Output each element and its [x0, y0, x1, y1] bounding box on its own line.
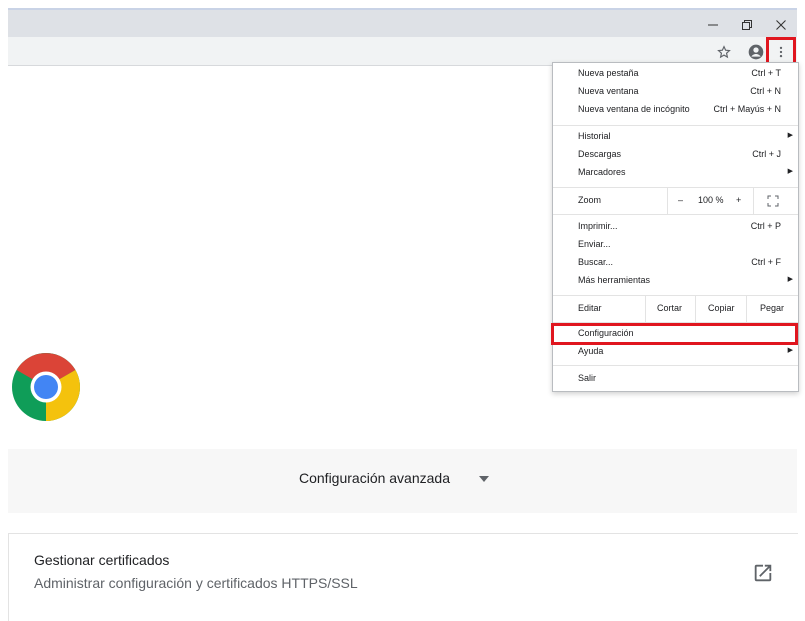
profile-button[interactable]	[745, 41, 767, 63]
menu-item-shortcut: Ctrl + J	[752, 149, 781, 159]
chrome-logo-icon	[12, 353, 80, 421]
submenu-arrow-icon: ▶	[787, 347, 793, 354]
title-bar	[8, 8, 797, 39]
menu-item-label: Imprimir...	[578, 221, 618, 231]
restore-icon	[742, 20, 752, 30]
close-window-button[interactable]	[764, 14, 798, 36]
menu-item-new-tab[interactable]: Nueva pestaña Ctrl + T	[553, 65, 798, 83]
menu-item-label: Buscar...	[578, 257, 614, 267]
paste-button[interactable]: Pegar	[760, 303, 784, 313]
copy-button[interactable]: Copiar	[708, 303, 735, 313]
menu-separator	[553, 365, 798, 366]
submenu-arrow-icon: ▶	[787, 132, 793, 139]
submenu-arrow-icon: ▶	[787, 168, 793, 175]
menu-item-exit[interactable]: Salir	[553, 370, 798, 388]
menu-item-label: Nueva ventana	[578, 86, 639, 96]
restore-button[interactable]	[730, 14, 764, 36]
edit-label: Editar	[578, 303, 602, 313]
menu-item-label: Nueva pestaña	[578, 68, 639, 78]
bookmark-button[interactable]	[713, 41, 735, 63]
menu-button-highlight	[766, 37, 796, 65]
zoom-in-button[interactable]: +	[736, 195, 741, 205]
menu-item-shortcut: Ctrl + Mayús + N	[713, 104, 781, 114]
menu-item-more-tools[interactable]: Más herramientas ▶	[553, 272, 798, 290]
menu-item-find[interactable]: Buscar... Ctrl + F	[553, 254, 798, 272]
menu-item-shortcut: Ctrl + F	[751, 257, 781, 267]
edit-divider	[695, 296, 696, 322]
close-icon	[776, 20, 786, 30]
menu-edit-row: Editar Cortar Copiar Pegar	[553, 296, 798, 322]
menu-item-print[interactable]: Imprimir... Ctrl + P	[553, 218, 798, 236]
account-circle-icon	[748, 44, 764, 60]
menu-item-label: Enviar...	[578, 239, 611, 249]
dropdown-arrow-icon	[479, 476, 489, 482]
menu-item-bookmarks[interactable]: Marcadores ▶	[553, 164, 798, 182]
top-strip	[0, 0, 805, 8]
settings-highlight	[551, 323, 798, 345]
menu-separator	[553, 214, 798, 215]
zoom-divider	[753, 188, 754, 214]
zoom-label: Zoom	[578, 195, 602, 205]
menu-zoom-row: Zoom – 100 % +	[553, 188, 798, 214]
advanced-settings-toggle[interactable]: Configuración avanzada	[8, 449, 797, 513]
menu-item-shortcut: Ctrl + N	[750, 86, 781, 96]
minimize-icon	[708, 24, 718, 26]
menu-item-label: Historial	[578, 131, 611, 141]
advanced-settings-label: Configuración avanzada	[299, 470, 450, 486]
manage-certificates-item[interactable]: Gestionar certificados Administrar confi…	[8, 533, 798, 621]
menu-item-label: Descargas	[578, 149, 622, 159]
submenu-arrow-icon: ▶	[787, 276, 793, 283]
certificates-subtitle: Administrar configuración y certificados…	[34, 575, 358, 591]
menu-item-help[interactable]: Ayuda ▶	[553, 343, 798, 361]
menu-item-shortcut: Ctrl + P	[750, 221, 781, 231]
menu-item-label: Nueva ventana de incógnito	[578, 104, 690, 114]
menu-item-label: Salir	[578, 373, 597, 383]
menu-separator	[553, 125, 798, 126]
zoom-divider	[667, 188, 668, 214]
edit-divider	[746, 296, 747, 322]
fullscreen-icon[interactable]	[767, 195, 779, 207]
certificates-title: Gestionar certificados	[34, 552, 170, 568]
zoom-out-button[interactable]: –	[678, 195, 683, 205]
menu-item-downloads[interactable]: Descargas Ctrl + J	[553, 146, 798, 164]
menu-item-label: Ayuda	[578, 346, 604, 356]
cut-button[interactable]: Cortar	[657, 303, 682, 313]
zoom-level: 100 %	[698, 195, 724, 205]
minimize-button[interactable]	[696, 14, 730, 36]
open-in-new-icon[interactable]	[752, 562, 774, 584]
star-icon	[717, 45, 731, 59]
menu-item-label: Marcadores	[578, 167, 626, 177]
menu-item-incognito[interactable]: Nueva ventana de incógnito Ctrl + Mayús …	[553, 101, 798, 119]
edit-divider	[645, 296, 646, 322]
menu-item-label: Más herramientas	[578, 275, 651, 285]
menu-item-history[interactable]: Historial ▶	[553, 128, 798, 146]
menu-item-shortcut: Ctrl + T	[751, 68, 781, 78]
menu-item-new-window[interactable]: Nueva ventana Ctrl + N	[553, 83, 798, 101]
menu-item-send[interactable]: Enviar...	[553, 236, 798, 254]
